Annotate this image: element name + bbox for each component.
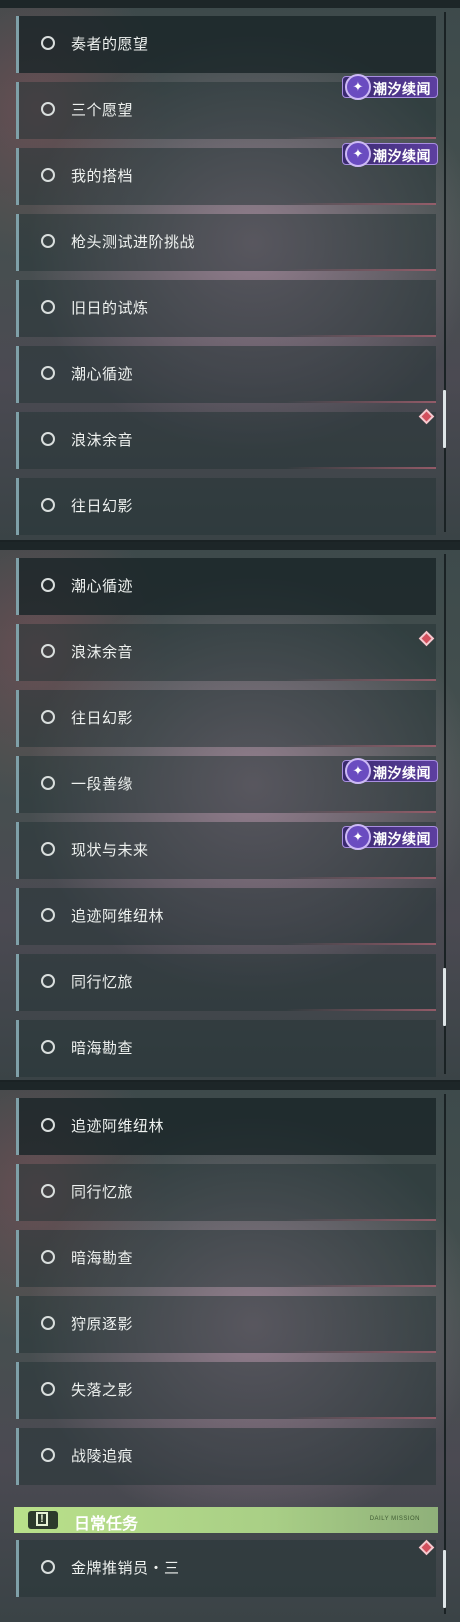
circle-unchecked-icon [41, 578, 55, 592]
tide-sparkle-icon: ✦ [345, 758, 371, 784]
quest-item[interactable]: 同行忆旅 [16, 1164, 436, 1221]
circle-unchecked-icon [41, 1250, 55, 1264]
circle-unchecked-icon [41, 432, 55, 446]
tide-sequel-badge: ✦ 潮汐续闻 [342, 824, 438, 850]
quest-item[interactable]: 战陵追痕 [16, 1428, 436, 1485]
quest-item[interactable]: 奏者的愿望 [16, 16, 436, 73]
circle-unchecked-icon [41, 1560, 55, 1574]
quest-item[interactable]: 狩原逐影 [16, 1296, 436, 1353]
quest-item[interactable]: 枪头测试进阶挑战 [16, 214, 436, 271]
circle-unchecked-icon [41, 908, 55, 922]
circle-unchecked-icon [41, 776, 55, 790]
quest-label: 我的搭档 [71, 168, 134, 185]
quest-list-panel-2: 潮心循迹 浪沫余音 往日幻影 一段善缘 现状与未来 追迹阿维纽林 同行忆旅 暗海… [0, 540, 460, 1082]
quest-label: 潮心循迹 [71, 578, 134, 595]
tide-sparkle-icon: ✦ [345, 824, 371, 850]
quest-label: 旧日的试炼 [71, 300, 149, 317]
quest-label: 奏者的愿望 [71, 36, 149, 53]
quest-label: 狩原逐影 [71, 1316, 134, 1333]
quest-item[interactable]: 往日幻影 [16, 478, 436, 535]
scrollbar-thumb[interactable] [443, 968, 446, 1026]
quest-label: 金牌推销员・三 [71, 1560, 180, 1577]
quest-item[interactable]: 金牌推销员・三 [16, 1540, 436, 1597]
quest-label: 浪沫余音 [71, 644, 134, 661]
quest-label: 往日幻影 [71, 498, 134, 515]
badge-label: 潮汐续闻 [373, 765, 431, 781]
scrollbar-track[interactable] [444, 1094, 446, 1614]
quest-item[interactable]: 暗海勘查 [16, 1020, 436, 1077]
quest-item[interactable]: 追迹阿维纽林 [16, 1098, 436, 1155]
quest-item[interactable]: 浪沫余音 [16, 412, 436, 469]
quest-item[interactable]: 失落之影 [16, 1362, 436, 1419]
quest-label: 往日幻影 [71, 710, 134, 727]
quest-label: 潮心循迹 [71, 366, 134, 383]
quest-label: 追迹阿维纽林 [71, 1118, 165, 1135]
quest-label: 浪沫余音 [71, 432, 134, 449]
tide-sequel-badge: ✦ 潮汐续闻 [342, 74, 438, 100]
quest-item[interactable]: 往日幻影 [16, 690, 436, 747]
tide-sparkle-icon: ✦ [345, 74, 371, 100]
quest-item[interactable]: 追迹阿维纽林 [16, 888, 436, 945]
quest-item[interactable]: 暗海勘查 [16, 1230, 436, 1287]
circle-unchecked-icon [41, 1382, 55, 1396]
circle-unchecked-icon [41, 710, 55, 724]
circle-unchecked-icon [41, 498, 55, 512]
quest-label: 暗海勘查 [71, 1250, 134, 1267]
quest-item[interactable]: 同行忆旅 [16, 954, 436, 1011]
circle-unchecked-icon [41, 1448, 55, 1462]
circle-unchecked-icon [41, 36, 55, 50]
quest-label: 同行忆旅 [71, 974, 134, 991]
badge-label: 潮汐续闻 [373, 831, 431, 847]
tide-sparkle-icon: ✦ [345, 141, 371, 167]
quest-label: 枪头测试进阶挑战 [71, 234, 196, 251]
quest-list-panel-1: 奏者的愿望 三个愿望 我的搭档 枪头测试进阶挑战 旧日的试炼 潮心循迹 浪沫余音… [0, 0, 460, 540]
quest-item[interactable]: 潮心循迹 [16, 346, 436, 403]
quest-label: 同行忆旅 [71, 1184, 134, 1201]
quest-label: 三个愿望 [71, 102, 134, 119]
daily-mission-header[interactable]: 日常任务 DAILY MISSION [14, 1507, 438, 1533]
quest-label: 一段善缘 [71, 776, 134, 793]
quest-label: 失落之影 [71, 1382, 134, 1399]
circle-unchecked-icon [41, 168, 55, 182]
circle-unchecked-icon [41, 300, 55, 314]
daily-mission-subtitle: DAILY MISSION [369, 1516, 420, 1522]
badge-label: 潮汐续闻 [373, 81, 431, 97]
tide-sequel-badge: ✦ 潮汐续闻 [342, 141, 438, 167]
scrollbar-thumb[interactable] [443, 390, 446, 448]
scrollbar-track[interactable] [444, 12, 446, 532]
quest-label: 暗海勘查 [71, 1040, 134, 1057]
scrollbar-thumb[interactable] [443, 1550, 446, 1608]
circle-unchecked-icon [41, 1316, 55, 1330]
daily-mission-title: 日常任务 [74, 1516, 139, 1533]
circle-unchecked-icon [41, 842, 55, 856]
circle-unchecked-icon [41, 1040, 55, 1054]
quest-label: 追迹阿维纽林 [71, 908, 165, 925]
circle-unchecked-icon [41, 1184, 55, 1198]
circle-unchecked-icon [41, 1118, 55, 1132]
quest-label: 战陵追痕 [71, 1448, 134, 1465]
badge-label: 潮汐续闻 [373, 148, 431, 164]
quest-list-panel-3: 追迹阿维纽林 同行忆旅 暗海勘查 狩原逐影 失落之影 战陵追痕 日常任务 DAI… [0, 1080, 460, 1622]
quest-label: 现状与未来 [71, 842, 149, 859]
tide-sequel-badge: ✦ 潮汐续闻 [342, 758, 438, 784]
circle-unchecked-icon [41, 366, 55, 380]
quest-item[interactable]: 浪沫余音 [16, 624, 436, 681]
circle-unchecked-icon [41, 234, 55, 248]
circle-unchecked-icon [41, 102, 55, 116]
alert-box-icon [28, 1511, 58, 1529]
quest-item[interactable]: 旧日的试炼 [16, 280, 436, 337]
circle-unchecked-icon [41, 974, 55, 988]
circle-unchecked-icon [41, 644, 55, 658]
quest-item[interactable]: 潮心循迹 [16, 558, 436, 615]
